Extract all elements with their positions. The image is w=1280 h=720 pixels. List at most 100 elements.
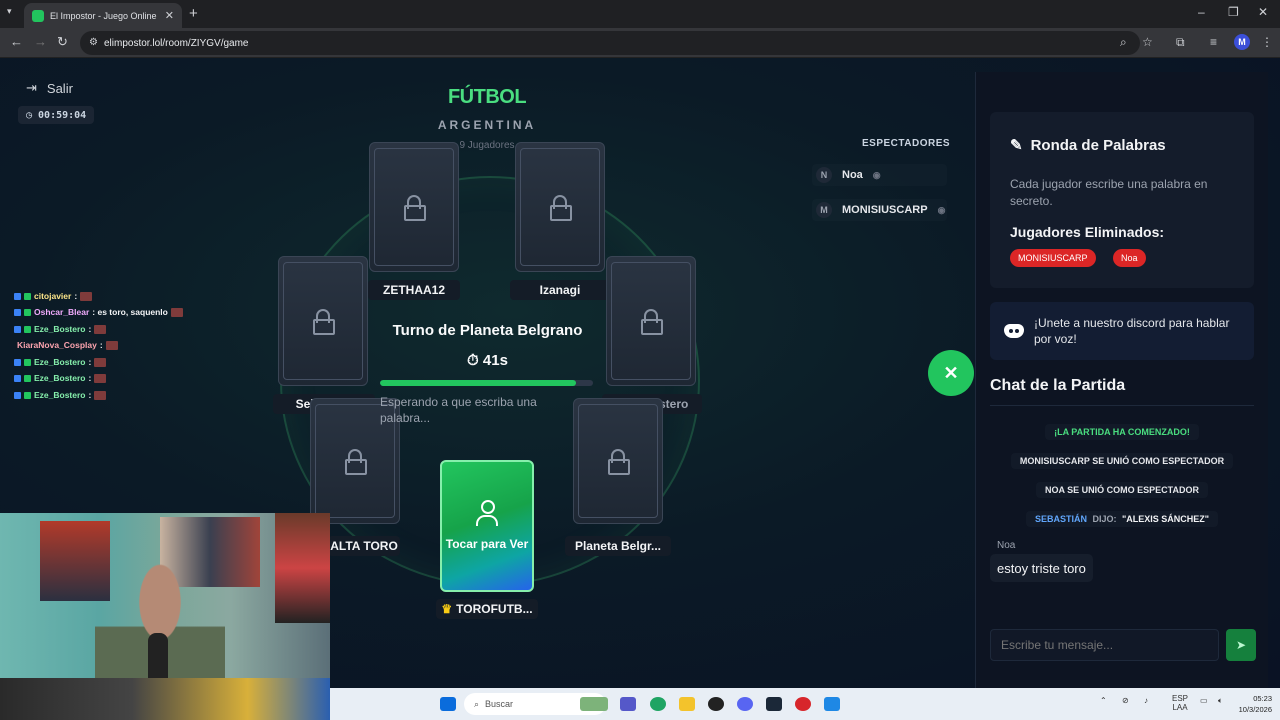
stream-chat-text: : xyxy=(88,357,92,367)
player-card[interactable] xyxy=(278,256,368,386)
said-word: "ALEXIS SÁNCHEZ" xyxy=(1122,514,1210,524)
stream-chat-text: : xyxy=(74,291,78,301)
badge-icon xyxy=(24,292,31,300)
round-card: ✎ Ronda de Palabras Cada jugador escribe … xyxy=(990,112,1254,288)
system-message: ¡LA PARTIDA HA COMENZADO! xyxy=(990,424,1254,440)
lock-icon xyxy=(640,309,663,335)
discord-icon xyxy=(1004,324,1024,338)
restore-icon[interactable]: ❐ xyxy=(1228,5,1239,19)
back-icon[interactable]: ← xyxy=(10,34,23,49)
stream-chat-text: : xyxy=(88,390,92,400)
player-card[interactable] xyxy=(515,142,605,272)
start-icon[interactable] xyxy=(440,697,456,711)
stream-chat-line: Eze_Bostero: xyxy=(14,324,107,334)
badge-icon xyxy=(24,308,31,316)
chat-title: Chat de la Partida xyxy=(990,377,1126,394)
address-toolbar: ← → ↻ ⚙ elimpostor.lol/room/ZIYGV/game ⌕… xyxy=(0,28,1280,58)
player-card[interactable] xyxy=(369,142,459,272)
close-window-icon[interactable]: ✕ xyxy=(1258,5,1268,19)
stream-chat-user: Eze_Bostero xyxy=(34,324,86,334)
url-bar[interactable]: ⚙ elimpostor.lol/room/ZIYGV/game xyxy=(80,31,1140,55)
search-label: Buscar xyxy=(485,699,514,709)
tools-fab-button[interactable]: ✕ xyxy=(928,350,974,396)
reload-icon[interactable]: ↻ xyxy=(57,34,68,50)
stream-chat-line: Oshcar_Blear: es toro, saquenlo xyxy=(14,307,183,317)
clock-time: 05:23 xyxy=(1253,694,1272,703)
stream-chat-user: KiaraNova_Cosplay xyxy=(17,340,97,350)
clock-date: 10/3/2026 xyxy=(1238,705,1272,714)
player-name: ALTA TORO xyxy=(328,536,400,556)
stream-chat-user: Eze_Bostero xyxy=(34,390,86,400)
taskbar-clock[interactable]: 05:23 10/3/2026 xyxy=(1216,693,1272,715)
language-indicator[interactable]: ESP LAA xyxy=(1172,694,1188,712)
bookmark-star-icon[interactable]: ☆ xyxy=(1142,35,1153,49)
emote-icon xyxy=(94,324,107,334)
app-icon[interactable] xyxy=(795,697,811,711)
extensions-icon[interactable]: ⧉ xyxy=(1176,35,1185,50)
steam-icon[interactable] xyxy=(766,697,782,711)
reading-list-icon[interactable]: ≡ xyxy=(1210,35,1217,49)
badge-icon xyxy=(14,325,21,333)
app2-icon[interactable] xyxy=(824,697,840,711)
system-message: NOA SE UNIÓ COMO ESPECTADOR xyxy=(990,482,1254,498)
exit-button[interactable]: ⇥ Salir xyxy=(26,80,73,96)
stream-chat-line: Eze_Bostero: xyxy=(14,390,107,400)
windows-taskbar: ⌕ Buscar ⌃ ⊘ ♪ ESP LAA ▭ 🔈︎ 05:23 10/3/2… xyxy=(330,688,1280,720)
site-info-icon[interactable]: ⚙ xyxy=(89,37,98,48)
badge-icon xyxy=(14,358,21,366)
eliminated-badge: MONISIUSCARP xyxy=(1010,249,1096,267)
system-message-text: MONISIUSCARP SE UNIÓ COMO ESPECTADOR xyxy=(1010,453,1234,469)
tray-chevron-icon[interactable]: ⌃ xyxy=(1100,696,1107,705)
webcam-feed xyxy=(0,513,330,720)
desk xyxy=(0,678,330,720)
player-card[interactable] xyxy=(573,398,663,524)
forward-icon[interactable]: → xyxy=(34,34,47,49)
lang-code: ESP xyxy=(1172,694,1189,703)
my-card-button[interactable]: Tocar para Ver xyxy=(440,460,534,592)
discord-banner[interactable]: ¡Unete a nuestro discord para hablar por… xyxy=(990,302,1254,360)
player-card[interactable] xyxy=(606,256,696,386)
tray-mic-icon[interactable]: ♪ xyxy=(1144,696,1148,705)
eye-icon: ◉ xyxy=(937,204,946,215)
stream-chat-text: : xyxy=(88,373,92,383)
round-title: ✎ Ronda de Palabras xyxy=(1010,136,1166,155)
url-text: elimpostor.lol/room/ZIYGV/game xyxy=(104,37,249,49)
zoom-icon[interactable]: ⌕ xyxy=(1120,35,1127,50)
round-description: Cada jugador escribe una palabra en secr… xyxy=(1010,177,1208,208)
send-button[interactable]: ➤ xyxy=(1226,629,1256,661)
round-title-text: Ronda de Palabras xyxy=(1030,136,1166,154)
teams-icon[interactable] xyxy=(620,697,636,711)
emote-icon xyxy=(80,291,93,301)
chrome-icon[interactable] xyxy=(650,697,666,711)
lock-icon xyxy=(312,309,335,335)
chat-input[interactable] xyxy=(990,629,1219,661)
tray-display-icon[interactable]: ▭ xyxy=(1200,696,1208,705)
badge-icon xyxy=(14,292,21,300)
tab-menu-icon[interactable]: ▾ xyxy=(7,6,21,20)
badge-icon xyxy=(14,391,21,399)
minimize-icon[interactable]: – xyxy=(1198,5,1205,19)
new-tab-icon[interactable]: + xyxy=(189,5,198,22)
folder-icon[interactable] xyxy=(679,697,695,711)
badge-icon xyxy=(14,308,21,316)
tray-network-icon[interactable]: ⊘ xyxy=(1122,696,1129,705)
stream-chat-user: Eze_Bostero xyxy=(34,357,86,367)
spectator-item: N Noa ◉ xyxy=(812,164,947,186)
player-name: Izanagi xyxy=(510,280,610,300)
badge-icon xyxy=(24,391,31,399)
spectator-name: MONISIUSCARP xyxy=(842,204,928,216)
discord-taskbar-icon[interactable] xyxy=(737,697,753,711)
spectator-item: M MONISIUSCARP ◉ xyxy=(812,199,947,221)
profile-avatar[interactable]: M xyxy=(1234,34,1250,50)
badge-icon xyxy=(14,374,21,382)
turn-progress-fill xyxy=(380,380,576,386)
close-tab-icon[interactable]: ✕ xyxy=(165,9,174,22)
obs-icon[interactable] xyxy=(708,697,724,711)
countdown-value: 41s xyxy=(482,352,508,369)
browser-tab[interactable]: El Impostor - Juego Online Gra ✕ xyxy=(24,3,182,28)
menu-kebab-icon[interactable]: ⋮ xyxy=(1261,35,1273,49)
widget-icon[interactable] xyxy=(580,697,608,711)
stream-chat-line: Eze_Bostero: xyxy=(14,373,107,383)
badge-icon xyxy=(24,325,31,333)
my-card-label: Tocar para Ver xyxy=(445,537,529,551)
